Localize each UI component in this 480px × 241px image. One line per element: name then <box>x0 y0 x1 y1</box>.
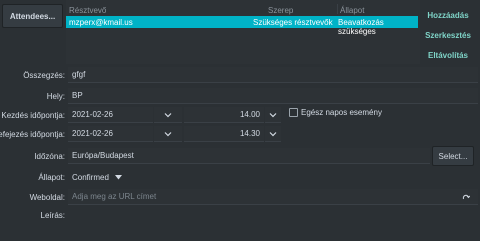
website-input[interactable]: Adja meg az URL címet <box>68 189 478 205</box>
column-header-role[interactable]: Szerep <box>268 6 293 15</box>
summary-input[interactable]: gfgf <box>68 67 478 83</box>
end-label: Befejezés időpontja: <box>0 130 65 139</box>
attendee-status: Beavatkozás szükséges <box>338 18 384 36</box>
start-date-input[interactable]: 2021-02-26 <box>68 107 153 123</box>
end-time-input[interactable]: 14.30 <box>184 126 264 142</box>
attendee-role: Szükséges résztvevők <box>253 18 333 27</box>
allday-label: Egész napos esemény <box>301 108 382 117</box>
location-label: Hely: <box>46 92 65 101</box>
start-time-input[interactable]: 14.00 <box>184 107 264 123</box>
end-date-input[interactable]: 2021-02-26 <box>68 126 153 142</box>
status-dropdown[interactable]: Confirmed <box>68 171 138 183</box>
timezone-select-button[interactable]: Select... <box>432 146 474 166</box>
chevron-down-icon <box>164 112 172 117</box>
end-time-dropdown[interactable] <box>265 126 281 142</box>
chevron-down-icon <box>269 112 277 117</box>
chevron-down-icon <box>164 131 172 136</box>
website-label: Weboldal: <box>29 193 65 202</box>
attendees-button[interactable]: Attendees... <box>2 4 63 28</box>
start-label: Kezdés időpontja: <box>1 111 65 120</box>
add-attendee-button[interactable]: Hozzáadás <box>420 11 476 20</box>
description-label: Leírás: <box>40 211 65 220</box>
edit-attendee-button[interactable]: Szerkesztés <box>420 31 476 40</box>
status-label: Állapot: <box>38 173 65 182</box>
table-row[interactable]: mzperx@kmail.us Szükséges résztvevők Bea… <box>66 16 418 36</box>
summary-label: Összegzés: <box>23 71 65 80</box>
start-date-dropdown[interactable] <box>154 107 182 123</box>
status-value: Confirmed <box>72 172 109 182</box>
timezone-label: Időzóna: <box>34 152 65 161</box>
attendee-name: mzperx@kmail.us <box>69 18 133 27</box>
allday-checkbox[interactable] <box>289 108 298 117</box>
chevron-down-icon <box>269 131 277 136</box>
triangle-down-icon <box>114 174 122 179</box>
column-header-attendee[interactable]: Résztvevő <box>69 6 106 15</box>
location-input[interactable]: BP <box>68 88 478 104</box>
end-date-dropdown[interactable] <box>154 126 182 142</box>
remove-attendee-button[interactable]: Eltávolítás <box>420 51 476 60</box>
column-header-status[interactable]: Állapot <box>340 6 364 15</box>
column-divider <box>337 4 338 14</box>
description-textarea[interactable] <box>68 208 478 240</box>
start-time-dropdown[interactable] <box>265 107 281 123</box>
timezone-input[interactable]: Európa/Budapest <box>68 148 430 164</box>
link-icon[interactable] <box>462 193 470 201</box>
attendee-table: Résztvevő Szerep Állapot mzperx@kmail.us… <box>66 0 420 64</box>
